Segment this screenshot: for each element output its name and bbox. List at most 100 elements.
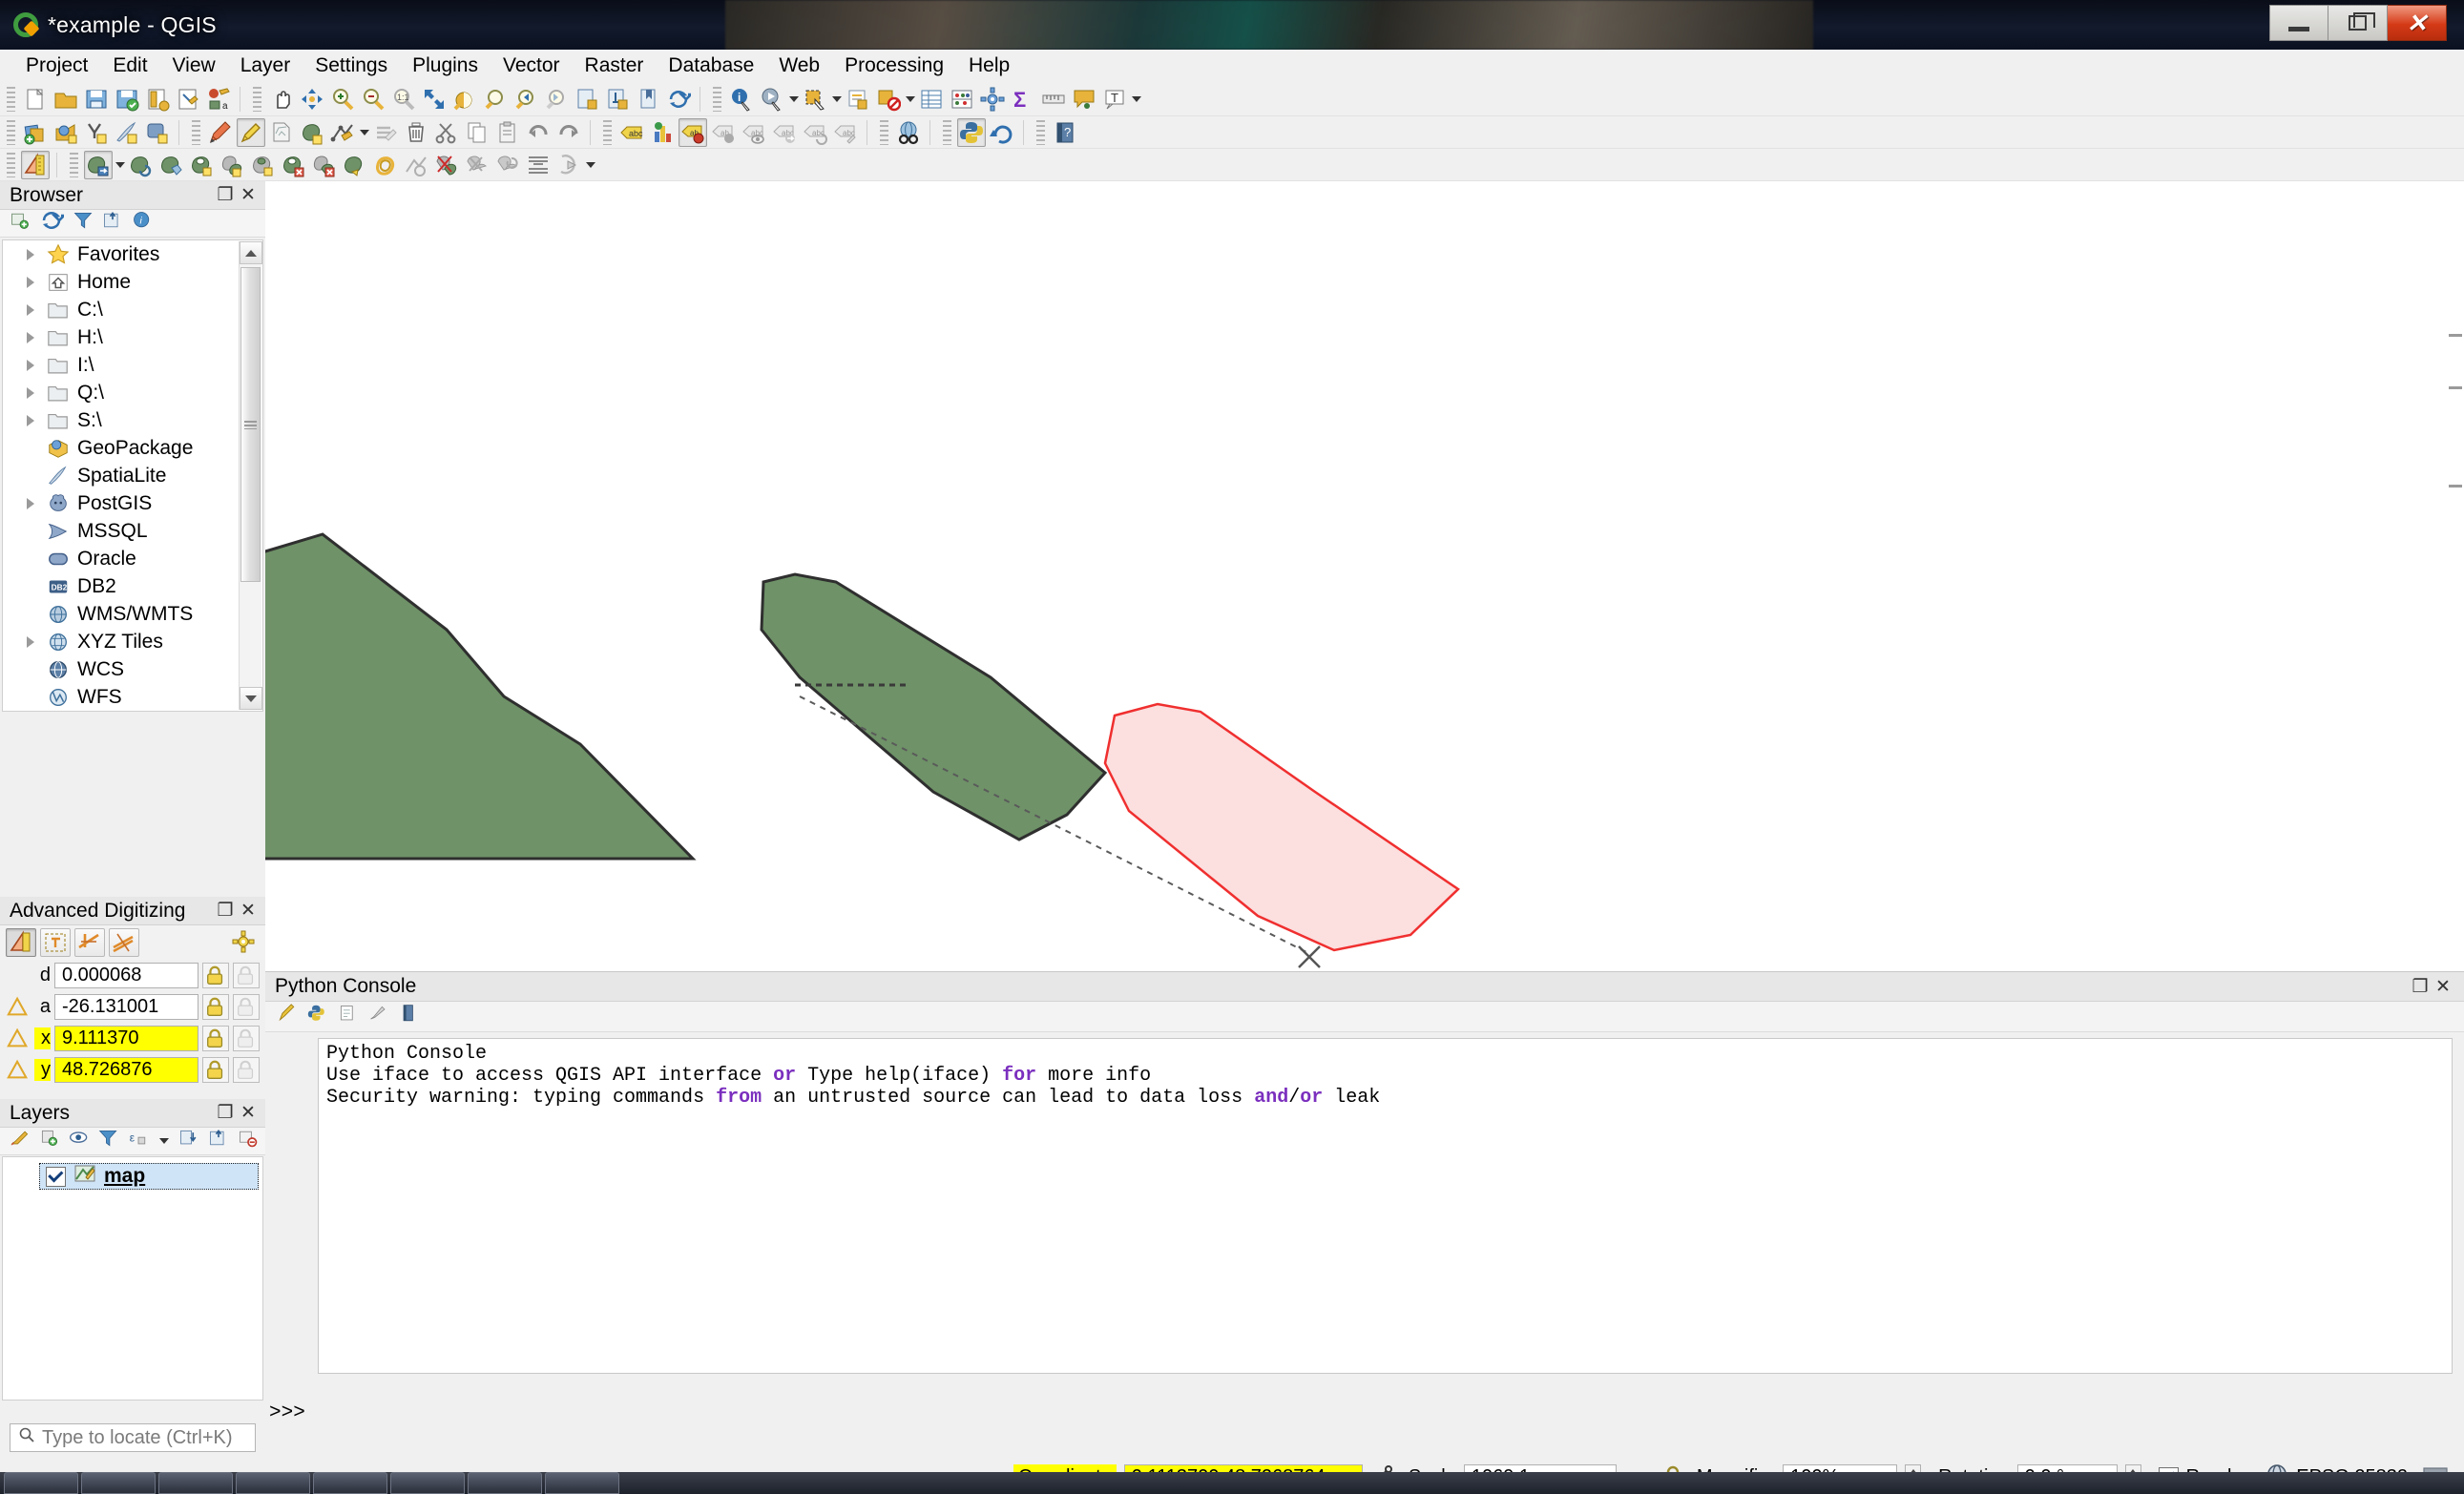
metasearch-icon[interactable] [894, 118, 923, 147]
expand-arrow-icon[interactable] [22, 415, 39, 426]
new-project-icon[interactable] [21, 85, 50, 114]
scroll-up-icon[interactable] [240, 241, 262, 264]
toolbar-grip[interactable] [7, 152, 15, 177]
diagram-icon[interactable] [648, 118, 677, 147]
paste-features-icon[interactable] [493, 118, 522, 147]
map-feature-polygon-left[interactable] [265, 532, 697, 861]
add-polygon-feature-icon[interactable] [298, 118, 326, 147]
new-print-layout-icon[interactable] [143, 85, 172, 114]
python-console-close-icon[interactable]: ✕ [2432, 976, 2454, 997]
menu-item-processing[interactable]: Processing [832, 51, 956, 81]
browser-item-db2[interactable]: DB2 DB2 [3, 572, 262, 600]
browser-item-q[interactable]: Q:\ [3, 379, 262, 406]
close-button[interactable]: ✕ [2388, 5, 2447, 41]
layers-list[interactable]: map [2, 1156, 263, 1401]
save-layer-edits-icon[interactable] [267, 118, 296, 147]
offset-curve-icon[interactable] [371, 151, 400, 179]
run-feature-action-icon[interactable] [758, 85, 786, 114]
delete-selected-icon[interactable] [402, 118, 430, 147]
construction-mode-icon[interactable] [6, 928, 36, 957]
browser-item-xyztiles[interactable]: XYZ Tiles [3, 628, 262, 655]
expression-filter-icon[interactable]: ε [128, 1128, 149, 1154]
label-icon[interactable]: abc [617, 118, 646, 147]
layers-float-icon[interactable]: ❐ [214, 1103, 237, 1124]
layer-visibility-checkbox[interactable] [46, 1166, 66, 1187]
dropdown-caret-icon[interactable] [1130, 87, 1142, 112]
lock-icon[interactable] [202, 963, 229, 988]
zoom-full-icon[interactable] [420, 85, 449, 114]
manage-visibility-icon[interactable] [69, 1128, 90, 1154]
scroll-down-icon[interactable] [240, 687, 262, 710]
properties-icon[interactable]: i [132, 210, 153, 237]
field-calculator-icon[interactable] [948, 85, 976, 114]
browser-item-mssql[interactable]: MSSQL [3, 517, 262, 545]
toolbar-grip[interactable] [253, 86, 261, 112]
filter-legend-icon[interactable] [98, 1128, 119, 1154]
lock-icon[interactable] [202, 1057, 229, 1083]
zoom-in-icon[interactable] [328, 85, 357, 114]
parallel-icon[interactable] [74, 928, 105, 957]
python-console-prompt[interactable]: >>> [269, 1402, 305, 1424]
expand-arrow-icon[interactable] [22, 498, 39, 509]
zoom-last-icon[interactable] [512, 85, 540, 114]
bookmark-icon[interactable] [634, 85, 662, 114]
clear-console-icon[interactable] [277, 1003, 298, 1030]
browser-item-c[interactable]: C:\ [3, 296, 262, 323]
move-label-icon[interactable]: abc [770, 118, 799, 147]
browser-item-wcs[interactable]: WCS [3, 655, 262, 683]
perpendicular-icon[interactable] [109, 928, 139, 957]
deselect-icon[interactable] [874, 85, 903, 114]
reshape-features-icon[interactable] [341, 151, 369, 179]
add-mesh-layer-icon[interactable] [82, 118, 111, 147]
pin-labels-icon[interactable]: ab [709, 118, 738, 147]
identify-features-icon[interactable]: i [727, 85, 756, 114]
pan-to-selection-icon[interactable] [298, 85, 326, 114]
adv-field-input-x[interactable]: 9.111370 [54, 1026, 198, 1051]
expand-arrow-icon[interactable] [22, 277, 39, 288]
expand-arrow-icon[interactable] [22, 360, 39, 371]
browser-item-home[interactable]: Home [3, 268, 262, 296]
filter-icon[interactable] [73, 210, 94, 237]
style-manager-icon[interactable]: a [204, 85, 233, 114]
toolbar-grip[interactable] [943, 119, 951, 145]
browser-scrollbar[interactable] [239, 241, 262, 710]
dropdown-caret-icon[interactable] [114, 153, 126, 177]
add-raster-layer-icon[interactable] [52, 118, 80, 147]
map-feature-polygon-green[interactable] [760, 572, 1108, 841]
taskbar-item[interactable] [158, 1472, 233, 1494]
browser-item-wfs[interactable]: WFS [3, 683, 262, 711]
repeating-lock-icon[interactable] [233, 994, 260, 1020]
expand-arrow-icon[interactable] [22, 387, 39, 399]
show-editor-icon[interactable] [338, 1004, 359, 1030]
refresh-icon[interactable] [39, 208, 68, 239]
taskbar-item[interactable] [313, 1472, 387, 1494]
simplify-feature-icon[interactable] [157, 151, 186, 179]
map-view-3d-icon[interactable] [603, 85, 632, 114]
add-spatialite-layer-icon[interactable] [113, 118, 141, 147]
add-ring-icon[interactable] [188, 151, 217, 179]
highlight-pinned-labels-icon[interactable]: ab [679, 117, 707, 147]
lock-icon[interactable] [202, 1026, 229, 1051]
change-label-icon[interactable]: abc [831, 118, 860, 147]
browser-close-icon[interactable]: ✕ [237, 185, 260, 206]
map-canvas[interactable] [265, 181, 2464, 971]
menu-item-project[interactable]: Project [13, 51, 100, 81]
rotate-label-icon[interactable]: abc [801, 118, 829, 147]
menu-item-edit[interactable]: Edit [100, 51, 159, 81]
dropdown-caret-icon[interactable] [904, 87, 916, 112]
vertex-tool-icon[interactable] [328, 118, 357, 147]
taskbar-item[interactable] [81, 1472, 156, 1494]
show-hide-labels-icon[interactable]: abc [740, 118, 768, 147]
expand-arrow-icon[interactable] [22, 636, 39, 648]
locator-bar[interactable]: Type to locate (Ctrl+K) [10, 1423, 256, 1452]
toolbar-grip[interactable] [1036, 119, 1045, 145]
open-project-icon[interactable] [52, 85, 80, 114]
adv-field-input-a[interactable]: -26.131001 [54, 994, 198, 1020]
menu-item-plugins[interactable]: Plugins [400, 51, 491, 81]
menu-item-raster[interactable]: Raster [573, 51, 657, 81]
collapse-all-icon[interactable] [102, 210, 123, 237]
remove-layer-icon[interactable] [238, 1128, 259, 1154]
repeating-lock-icon[interactable] [233, 963, 260, 988]
minimize-button[interactable] [2269, 5, 2328, 41]
select-value-icon[interactable] [844, 85, 872, 114]
